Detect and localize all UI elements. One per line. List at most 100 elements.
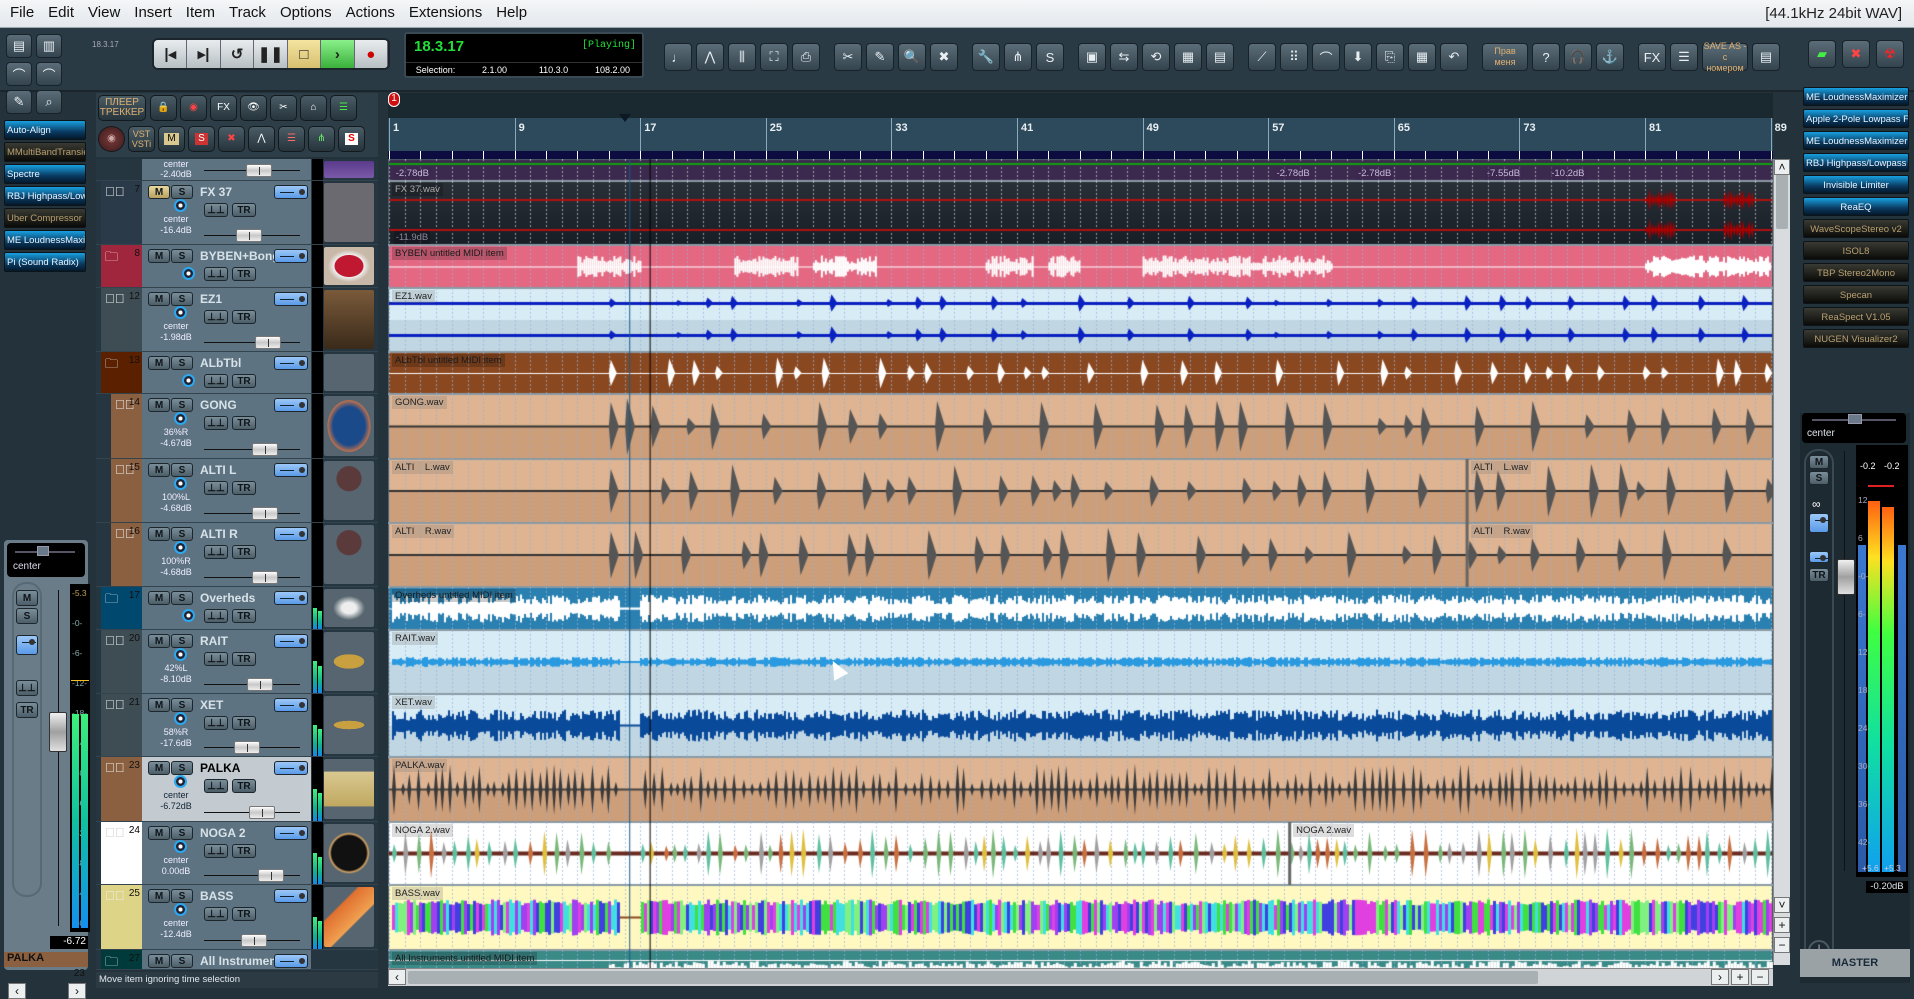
route-button[interactable]: [274, 761, 308, 775]
routing-icon[interactable]: ⋔: [1004, 43, 1032, 71]
tr-button[interactable]: TR: [16, 702, 38, 718]
track-icon[interactable]: ⋮⃞: [105, 633, 125, 648]
ruler-bar-label[interactable]: 57: [1268, 118, 1284, 151]
split-icon[interactable]: ✂: [270, 95, 297, 121]
track-header[interactable]: 🗀 8 M S BYBEN+Bong ⊥⊥ TR: [96, 245, 378, 288]
ruler-bar-label[interactable]: 33: [891, 118, 908, 151]
pan-knob[interactable]: [174, 712, 187, 725]
master-solo-button[interactable]: S: [1809, 471, 1829, 485]
show-envelope-icon[interactable]: ⋀: [248, 126, 275, 152]
volume-fader-track[interactable]: [204, 164, 300, 177]
item-label[interactable]: NOGA 2.wav: [1293, 824, 1355, 837]
item-label[interactable]: All Instruments untitled MIDI item: [392, 952, 538, 965]
radiation-icon[interactable]: ☢: [1876, 40, 1904, 68]
curve-alt-icon[interactable]: ⌒: [36, 62, 62, 86]
route-button[interactable]: [274, 527, 308, 541]
undo-icon[interactable]: ↶: [1440, 43, 1468, 71]
route-button[interactable]: [274, 889, 308, 903]
track-header[interactable]: ⋮⃞ 14 M S GONG ⊥⊥ TR 36%R -4.67dB: [96, 394, 378, 459]
track-name[interactable]: All Instrumen: [200, 954, 277, 968]
route-button[interactable]: [274, 185, 308, 199]
route-button[interactable]: [274, 954, 308, 968]
fx-slot[interactable]: ME LoudnessMaximizer: [1803, 87, 1909, 106]
ruler-bar-label[interactable]: 17: [640, 118, 656, 151]
track-name[interactable]: XET: [200, 698, 223, 712]
track-header[interactable]: 🗀 27 M S All Instrumen: [96, 950, 378, 970]
item-label[interactable]: BASS.wav: [392, 887, 443, 900]
mute-button[interactable]: M: [148, 527, 170, 541]
vertical-zoom-out-button[interactable]: −: [1774, 937, 1790, 953]
pan-handle[interactable]: [37, 546, 49, 556]
anchor-icon[interactable]: ⚓: [1596, 43, 1624, 71]
item-label[interactable]: RAIT.wav: [392, 632, 439, 645]
tr-button[interactable]: TR: [232, 545, 256, 559]
track-name[interactable]: BYBEN+Bong: [200, 249, 280, 263]
folder-icon[interactable]: 🗀: [105, 590, 118, 612]
track-name[interactable]: Overheds: [200, 591, 255, 605]
volume-fader-track[interactable]: [204, 443, 300, 456]
route-button[interactable]: [274, 591, 308, 605]
mute-button[interactable]: M: [148, 591, 170, 605]
pan-knob[interactable]: [182, 609, 195, 622]
item-label[interactable]: ALTI L.wav: [392, 461, 453, 474]
master-route-button[interactable]: [1809, 513, 1829, 533]
fx-slot[interactable]: WaveScopeStereo v2: [1803, 219, 1909, 238]
route-button[interactable]: [274, 356, 308, 370]
volume-fader[interactable]: [252, 571, 278, 584]
mute-button[interactable]: M: [148, 698, 170, 712]
item-label[interactable]: ALTI R.wav: [1470, 525, 1533, 538]
master-volume-fader[interactable]: [1837, 559, 1855, 595]
volume-fader[interactable]: [252, 507, 278, 520]
phase-button[interactable]: ⊥⊥: [204, 374, 228, 388]
ruler-bar-label[interactable]: 1: [389, 118, 399, 151]
tr-button[interactable]: TR: [232, 609, 256, 623]
ruler-bar-label[interactable]: 25: [765, 118, 782, 151]
phase-button[interactable]: ⊥⊥: [204, 844, 228, 858]
phase-button[interactable]: ⊥⊥: [204, 203, 228, 217]
route-button[interactable]: [274, 463, 308, 477]
track-header[interactable]: ⋮⃞ 12 M S EZ1 ⊥⊥ TR center -1.98dB: [96, 288, 378, 352]
mute-button[interactable]: M: [148, 292, 170, 306]
timeline-ruler[interactable]: 1 1 9 17 25 33 41 49 57 65 73 81 89: [388, 92, 1787, 159]
fx-slot[interactable]: Apple 2-Pole Lowpass Fil: [1803, 109, 1909, 128]
track-name[interactable]: BASS: [200, 889, 233, 903]
fx-slot[interactable]: TBP Stereo2Mono: [1803, 263, 1909, 282]
volume-fader[interactable]: [258, 869, 284, 882]
envelope-list-icon[interactable]: ☰: [278, 126, 305, 152]
show-hide-icon[interactable]: ◉: [180, 95, 207, 121]
snapshot-icon[interactable]: ⎙: [792, 43, 820, 71]
tr-button[interactable]: TR: [232, 652, 256, 666]
pan-knob[interactable]: [174, 775, 187, 788]
track-list-icon[interactable]: ☰: [330, 95, 357, 121]
fx-slot[interactable]: NUGEN Visualizer2: [1803, 329, 1909, 348]
phase-button[interactable]: ⊥⊥: [204, 267, 228, 281]
vertical-scroll-thumb[interactable]: [1776, 173, 1788, 229]
headphones-icon[interactable]: 🎧: [1564, 43, 1592, 71]
ruler-bar-label[interactable]: 41: [1017, 118, 1033, 151]
track-name[interactable]: NOGA 2: [200, 826, 246, 840]
solo-button[interactable]: S: [171, 889, 193, 903]
zoom-out-button[interactable]: −: [1751, 969, 1769, 985]
copy-envelope-icon[interactable]: ⋔: [308, 126, 335, 152]
play-button[interactable]: ›: [321, 40, 355, 68]
solo-button[interactable]: S: [171, 527, 193, 541]
record-arm-icon[interactable]: ◉: [98, 126, 125, 152]
mute-button[interactable]: M: [148, 398, 170, 412]
solo-button[interactable]: S: [171, 463, 193, 477]
fx-slot[interactable]: ReaSpect V1.05: [1803, 307, 1909, 326]
fx-slot[interactable]: Auto-Align: [4, 120, 86, 140]
close-project-icon[interactable]: ✖: [1842, 40, 1870, 68]
track-header[interactable]: ⋮⃞ 23 M S PALKA ⊥⊥ TR center -6.72dB: [96, 757, 378, 822]
tr-button[interactable]: TR: [232, 779, 256, 793]
track-icon[interactable]: ⋮⃞: [105, 697, 125, 712]
volume-fader-track[interactable]: [204, 869, 300, 882]
master-pan-handle[interactable]: [1848, 414, 1862, 424]
master-tr-button[interactable]: TR: [1809, 568, 1829, 582]
metronome-icon[interactable]: ♩: [664, 43, 692, 71]
route-button[interactable]: [274, 826, 308, 840]
vst-button[interactable]: VST VSTi: [128, 126, 155, 152]
pan-knob[interactable]: [174, 648, 187, 661]
grid-snap-icon[interactable]: ▣: [1078, 43, 1106, 71]
mixer-prev-button[interactable]: ‹: [8, 983, 26, 999]
item-label[interactable]: BYBEN untitled MIDI item: [392, 247, 507, 260]
